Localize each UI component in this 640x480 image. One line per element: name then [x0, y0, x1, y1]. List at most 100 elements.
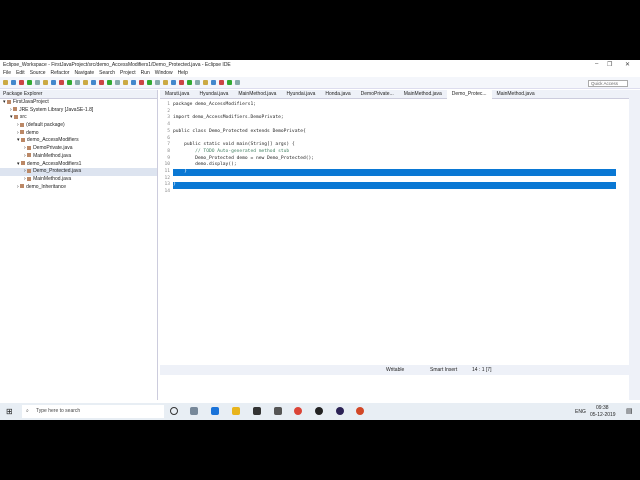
menu-project[interactable]: Project: [120, 70, 136, 76]
toolbar-icon[interactable]: [115, 80, 120, 85]
toolbar-icon[interactable]: [211, 80, 216, 85]
mail-icon[interactable]: [274, 407, 282, 415]
expand-arrow-icon[interactable]: ▾: [10, 114, 13, 120]
chrome-icon[interactable]: [294, 407, 302, 415]
toolbar-icon[interactable]: [67, 80, 72, 85]
tree-item[interactable]: › MainMethod.java: [0, 176, 157, 184]
toolbar-icon[interactable]: [11, 80, 16, 85]
editor-tab[interactable]: Demo_Protec...: [446, 89, 492, 99]
menu-window[interactable]: Window: [155, 70, 173, 76]
tree-item[interactable]: ▾ demo_AccessModifiers1: [0, 161, 157, 169]
editor-tab[interactable]: Honda.java: [320, 90, 355, 99]
toolbar-icon[interactable]: [91, 80, 96, 85]
toolbar-icon[interactable]: [163, 80, 168, 85]
store-icon[interactable]: [253, 407, 261, 415]
toolbar-icon[interactable]: [107, 80, 112, 85]
toolbar-icon[interactable]: [139, 80, 144, 85]
clock-date[interactable]: 05-12-2019: [590, 412, 616, 418]
toolbar-icon[interactable]: [227, 80, 232, 85]
tree-item[interactable]: ▾ demo_AccessModifiers: [0, 137, 157, 145]
restore-button[interactable]: ❐: [607, 61, 612, 68]
tree-item[interactable]: › MainMethod.java: [0, 153, 157, 161]
expand-arrow-icon[interactable]: ›: [24, 153, 26, 159]
expand-arrow-icon[interactable]: ›: [10, 107, 12, 113]
toolbar-icon[interactable]: [179, 80, 184, 85]
notifications-icon[interactable]: ▤: [626, 407, 633, 415]
toolbar-icon[interactable]: [83, 80, 88, 85]
quick-access-input[interactable]: Quick Access: [588, 80, 628, 87]
toolbar-icon[interactable]: [147, 80, 152, 85]
toolbar-icon[interactable]: [171, 80, 176, 85]
file-explorer-icon[interactable]: [232, 407, 240, 415]
close-button[interactable]: ✕: [625, 61, 630, 68]
editor-tab[interactable]: MainMethod.java: [399, 90, 447, 99]
menu-help[interactable]: Help: [178, 70, 188, 76]
toolbar-icon[interactable]: [203, 80, 208, 85]
code-editor[interactable]: 1 package demo_AccessModifiers1; 2 3 import …: [160, 100, 625, 400]
expand-arrow-icon[interactable]: ›: [17, 184, 19, 190]
toolbar-icon[interactable]: [75, 80, 80, 85]
toolbar-icon[interactable]: [235, 80, 240, 85]
toolbar-icon[interactable]: [123, 80, 128, 85]
minimize-button[interactable]: –: [595, 61, 598, 67]
clock-time[interactable]: 09:38: [596, 405, 609, 411]
tree-item[interactable]: › demo: [0, 130, 157, 138]
toolbar-icon[interactable]: [19, 80, 24, 85]
tree-item[interactable]: › (default package): [0, 122, 157, 130]
tree-item[interactable]: ▾ FirstJavaProject: [0, 99, 157, 107]
toolbar-icon[interactable]: [35, 80, 40, 85]
package-icon: [13, 107, 18, 112]
editor-tab[interactable]: Maruti.java: [160, 90, 194, 99]
menu-file[interactable]: File: [3, 70, 11, 76]
toolbar-icon[interactable]: [195, 80, 200, 85]
taskbar-search[interactable]: ⌕ Type here to search: [22, 405, 164, 418]
toolbar-icon[interactable]: [155, 80, 160, 85]
toolbar-icon[interactable]: [219, 80, 224, 85]
menu-refactor[interactable]: Refactor: [51, 70, 70, 76]
tree-item-label: demo_AccessModifiers: [26, 137, 79, 144]
toolbar-icon[interactable]: [43, 80, 48, 85]
toolbar-icon[interactable]: [51, 80, 56, 85]
toolbar-icon[interactable]: [27, 80, 32, 85]
menu-navigate[interactable]: Navigate: [74, 70, 94, 76]
powerpoint-icon[interactable]: [356, 407, 364, 415]
code-line: 14: [160, 189, 616, 196]
expand-arrow-icon[interactable]: ›: [24, 176, 26, 182]
expand-arrow-icon[interactable]: ›: [24, 168, 26, 174]
expand-arrow-icon[interactable]: ▾: [3, 99, 6, 105]
edge-icon[interactable]: [211, 407, 219, 415]
expand-arrow-icon[interactable]: ▾: [17, 161, 20, 167]
toolbar-icon[interactable]: [3, 80, 8, 85]
editor-tab[interactable]: MainMethod.java: [233, 90, 281, 99]
windows-start-icon[interactable]: ⊞: [6, 407, 13, 416]
app-icon[interactable]: [315, 407, 323, 415]
tree-item-label: MainMethod.java: [33, 175, 72, 182]
menu-search[interactable]: Search: [99, 70, 115, 76]
package-icon: [20, 161, 25, 166]
menu-run[interactable]: Run: [141, 70, 150, 76]
expand-arrow-icon[interactable]: ›: [17, 130, 19, 136]
menu-edit[interactable]: Edit: [16, 70, 25, 76]
tree-item[interactable]: › JRE System Library [JavaSE-1.8]: [0, 107, 157, 115]
tree-item[interactable]: › Demo_Protected.java: [0, 168, 157, 176]
tree-item[interactable]: › demo_Inheritance: [0, 184, 157, 192]
menu-source[interactable]: Source: [30, 70, 46, 76]
toolbar-icon[interactable]: [187, 80, 192, 85]
tree-item[interactable]: ▾ src: [0, 114, 157, 122]
editor-tab[interactable]: Hyundai.java: [194, 90, 233, 99]
language-indicator[interactable]: ENG: [575, 409, 586, 415]
tree-item[interactable]: › DemoPrivate.java: [0, 145, 157, 153]
editor-tab[interactable]: DemoPrivate...: [356, 90, 399, 99]
expand-arrow-icon[interactable]: ▾: [17, 137, 20, 143]
editor-tab[interactable]: Hyundai.java: [281, 90, 320, 99]
task-view-icon[interactable]: [190, 407, 198, 415]
editor-tab[interactable]: MainMethod.java: [492, 90, 540, 99]
toolbar-icon[interactable]: [99, 80, 104, 85]
expand-arrow-icon[interactable]: ›: [24, 145, 26, 151]
expand-arrow-icon[interactable]: ›: [17, 122, 19, 128]
eclipse-icon[interactable]: [336, 407, 344, 415]
toolbar-icon[interactable]: [59, 80, 64, 85]
cortana-icon[interactable]: [170, 407, 178, 415]
toolbar-icon[interactable]: [131, 80, 136, 85]
code-line: 4: [160, 122, 616, 129]
